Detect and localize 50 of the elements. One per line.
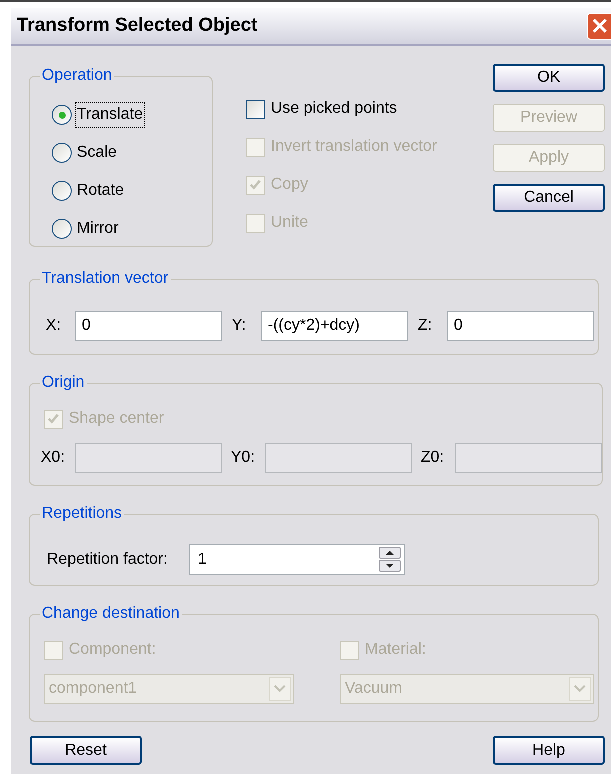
radio-button[interactable] xyxy=(52,105,72,125)
group-legend: Operation xyxy=(40,64,114,88)
field-value: 1 xyxy=(197,550,207,570)
field-label: Y0: xyxy=(230,448,256,468)
chevron-down-icon xyxy=(574,685,586,693)
field-label: Y: xyxy=(231,316,248,336)
checkbox[interactable] xyxy=(246,100,265,118)
radio-button[interactable] xyxy=(52,181,72,201)
spin-up-button[interactable] xyxy=(379,547,401,559)
radio-label: Mirror xyxy=(76,219,120,239)
field-label: Z0: xyxy=(420,448,446,468)
close-button[interactable] xyxy=(587,12,611,40)
dialog-button[interactable]: Cancel xyxy=(493,184,605,212)
checkbox-label: Invert translation vector xyxy=(271,137,438,157)
checkbox-label: Unite xyxy=(271,213,308,233)
dialog-button[interactable]: OK xyxy=(493,64,605,92)
checkbox-label: Shape center xyxy=(69,409,164,429)
group-legend: Change destination xyxy=(40,602,182,626)
dropdown-value: component1 xyxy=(49,679,138,699)
dialog-button[interactable]: Reset xyxy=(30,736,142,765)
group-legend: Repetitions xyxy=(40,502,124,526)
window-title: Transform Selected Object xyxy=(17,14,258,38)
group-legend: Origin xyxy=(40,371,87,395)
up-arrow-icon xyxy=(385,550,395,556)
text-field[interactable]: -((cy*2)+dcy) xyxy=(261,311,408,341)
spin-field[interactable]: 1 xyxy=(189,544,405,575)
down-arrow-icon xyxy=(385,563,395,569)
radio-button[interactable] xyxy=(52,143,72,163)
checkbox-label: Component: xyxy=(69,640,156,660)
text-field[interactable]: 0 xyxy=(75,311,222,341)
chevron-down-icon xyxy=(274,685,286,693)
close-icon xyxy=(591,17,609,35)
radio-button[interactable] xyxy=(52,219,72,239)
field-label: X: xyxy=(45,316,62,336)
radio-label: Translate xyxy=(76,103,144,127)
field-label: Z: xyxy=(417,316,434,336)
check-icon xyxy=(47,412,60,426)
group-legend: Translation vector xyxy=(40,267,171,291)
checkbox-label: Copy xyxy=(271,175,308,195)
field-label: X0: xyxy=(40,448,66,468)
radio-label: Rotate xyxy=(76,181,126,201)
check-icon xyxy=(249,178,262,192)
spin-down-button[interactable] xyxy=(379,560,401,572)
checkbox-label: Material: xyxy=(365,640,426,660)
checkbox-label: Use picked points xyxy=(271,99,398,119)
field-label: Repetition factor: xyxy=(47,550,169,570)
text-field[interactable]: 0 xyxy=(447,311,594,341)
dialog-button[interactable]: Help xyxy=(493,736,605,765)
radio-label: Scale xyxy=(76,143,118,163)
dropdown-value: Vacuum xyxy=(345,679,403,699)
